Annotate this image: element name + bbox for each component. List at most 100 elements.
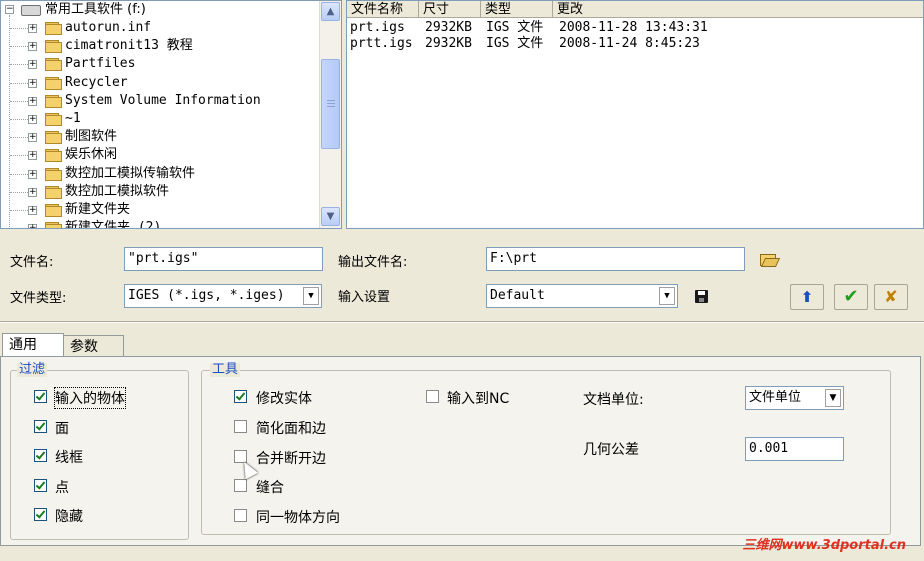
ok-button[interactable]: ✔	[834, 284, 868, 310]
expand-icon[interactable]: +	[28, 206, 37, 215]
tree-item[interactable]: + 制图软件	[1, 128, 321, 146]
tool-option-checkbox[interactable]	[234, 479, 247, 493]
expand-icon[interactable]: +	[28, 224, 37, 228]
folder-tree[interactable]: − 常用工具软件 (f:) ▲ ▼ + autorun.inf + cimatroni…	[0, 0, 342, 229]
tree-item-label: 新建文件夹	[65, 202, 131, 217]
tree-item-label: 制图软件	[65, 129, 118, 145]
tolerance-input[interactable]: 0.001	[745, 437, 844, 461]
tree-scrollbar[interactable]: ▲ ▼	[319, 1, 341, 228]
tree-item-label: autorun.inf	[65, 20, 152, 35]
tree-item-label: 数控加工模拟传输软件	[65, 165, 196, 181]
column-header-type[interactable]: 类型	[481, 1, 553, 18]
save-icon[interactable]	[695, 290, 708, 303]
tree-item[interactable]: + 数控加工模拟传输软件	[1, 165, 321, 183]
cancel-button[interactable]: ✘	[874, 284, 908, 310]
filter-option-label: 输入的物体	[54, 387, 126, 409]
expand-icon[interactable]: +	[28, 115, 37, 124]
open-folder-icon[interactable]	[760, 252, 781, 267]
tab-general[interactable]: 通用	[2, 333, 64, 357]
tool-option-label: 缝合	[256, 480, 284, 497]
expand-icon[interactable]: +	[28, 96, 37, 106]
tree-item-label: 数控加工模拟软件	[65, 183, 170, 199]
expand-icon[interactable]: +	[28, 78, 37, 88]
tool-option-label: 修改实体	[256, 391, 312, 407]
cancel-icon: ✘	[884, 287, 898, 306]
tree-item[interactable]: + 新建文件夹 (2)	[1, 219, 321, 228]
tools-group-title: 工具	[210, 362, 241, 377]
expand-icon[interactable]: +	[28, 42, 37, 52]
tool-option-label: 合并断开边	[256, 450, 326, 467]
tool-option-checkbox[interactable]	[234, 390, 247, 403]
folder-icon	[45, 58, 62, 72]
filter-option-label: 隐藏	[55, 509, 83, 525]
filetype-label: 文件类型:	[10, 291, 67, 306]
doc-unit-select[interactable]: 文件单位 ▼	[745, 386, 844, 410]
input-settings-label: 输入设置	[338, 290, 391, 305]
tree-item[interactable]: + ~1	[1, 110, 321, 128]
tree-root-drive[interactable]: 常用工具软件 (f:)	[45, 1, 146, 19]
checkmark-icon: ✔	[843, 286, 859, 307]
filter-option-label: 面	[55, 420, 69, 437]
filter-option-checkbox[interactable]	[34, 449, 47, 462]
output-filename-label: 输出文件名:	[338, 255, 408, 270]
chevron-down-icon[interactable]: ▼	[825, 389, 841, 407]
tool-option-label: 简化面和边	[256, 420, 326, 437]
folder-icon	[45, 131, 62, 145]
expand-icon[interactable]: +	[28, 60, 37, 70]
column-header-size[interactable]: 尺寸	[419, 1, 481, 18]
export-arrow-icon: ⬆	[800, 288, 814, 306]
folder-icon	[45, 222, 62, 228]
export-button[interactable]: ⬆	[790, 284, 824, 310]
tree-item[interactable]: + cimatronit13 教程	[1, 37, 321, 55]
tree-item-label: Partfiles	[65, 56, 136, 72]
filetype-select[interactable]: IGES (*.igs, *.iges) ▼	[124, 284, 322, 308]
collapse-icon[interactable]: −	[5, 5, 14, 14]
folder-icon	[45, 167, 62, 181]
folder-icon	[45, 22, 62, 35]
tool-option-checkbox[interactable]	[234, 509, 247, 523]
expand-icon[interactable]: +	[28, 24, 37, 33]
filter-option-checkbox[interactable]	[34, 478, 47, 492]
tree-item[interactable]: + System Volume Information	[1, 92, 321, 110]
folder-icon	[45, 149, 62, 163]
chevron-down-icon[interactable]: ▼	[659, 287, 675, 305]
tolerance-label: 几何公差	[583, 442, 639, 458]
filename-input[interactable]: "prt.igs"	[124, 247, 323, 271]
filter-option-checkbox[interactable]	[34, 508, 47, 521]
filter-option-checkbox[interactable]	[34, 390, 47, 403]
expand-icon[interactable]: +	[28, 133, 37, 143]
tree-item[interactable]: + Partfiles	[1, 55, 321, 73]
folder-icon	[45, 113, 62, 126]
doc-unit-label: 文档单位:	[583, 392, 644, 408]
column-header-modified[interactable]: 更改	[553, 1, 923, 18]
tree-item-label: ~1	[65, 111, 81, 126]
folder-icon	[45, 204, 62, 217]
filter-option-label: 点	[55, 479, 69, 496]
expand-icon[interactable]: +	[28, 187, 37, 197]
scroll-up-icon[interactable]: ▲	[321, 2, 340, 21]
drive-icon	[21, 5, 41, 16]
folder-icon	[45, 94, 62, 108]
tree-item[interactable]: + autorun.inf	[1, 19, 321, 37]
scroll-down-icon[interactable]: ▼	[321, 207, 340, 226]
file-list[interactable]: 文件名称 尺寸 类型 更改 prt.igs 2932KB IGS 文件 2008…	[346, 0, 924, 229]
input-settings-select[interactable]: Default ▼	[486, 284, 678, 308]
tool-option-label: 同一物体方向	[256, 510, 340, 527]
tree-item-label: Recycler	[65, 74, 128, 90]
expand-icon[interactable]: +	[28, 169, 37, 179]
tree-item[interactable]: + 数控加工模拟软件	[1, 183, 321, 201]
expand-icon[interactable]: +	[28, 151, 37, 161]
tree-item[interactable]: + Recycler	[1, 74, 321, 92]
input-nc-checkbox[interactable]	[426, 390, 439, 403]
tree-item[interactable]: + 新建文件夹	[1, 201, 321, 219]
tree-item[interactable]: + 娱乐休闲	[1, 146, 321, 164]
column-header-name[interactable]: 文件名称	[347, 1, 419, 18]
chevron-down-icon[interactable]: ▼	[303, 287, 319, 305]
tree-item-label: System Volume Information	[65, 92, 261, 108]
scroll-thumb[interactable]	[321, 59, 340, 149]
tree-item-label: cimatronit13 教程	[65, 38, 193, 54]
filter-option-checkbox[interactable]	[34, 419, 47, 433]
output-filename-input[interactable]: F:\prt	[486, 247, 745, 271]
folder-icon	[45, 185, 62, 199]
tool-option-checkbox[interactable]	[234, 419, 247, 433]
